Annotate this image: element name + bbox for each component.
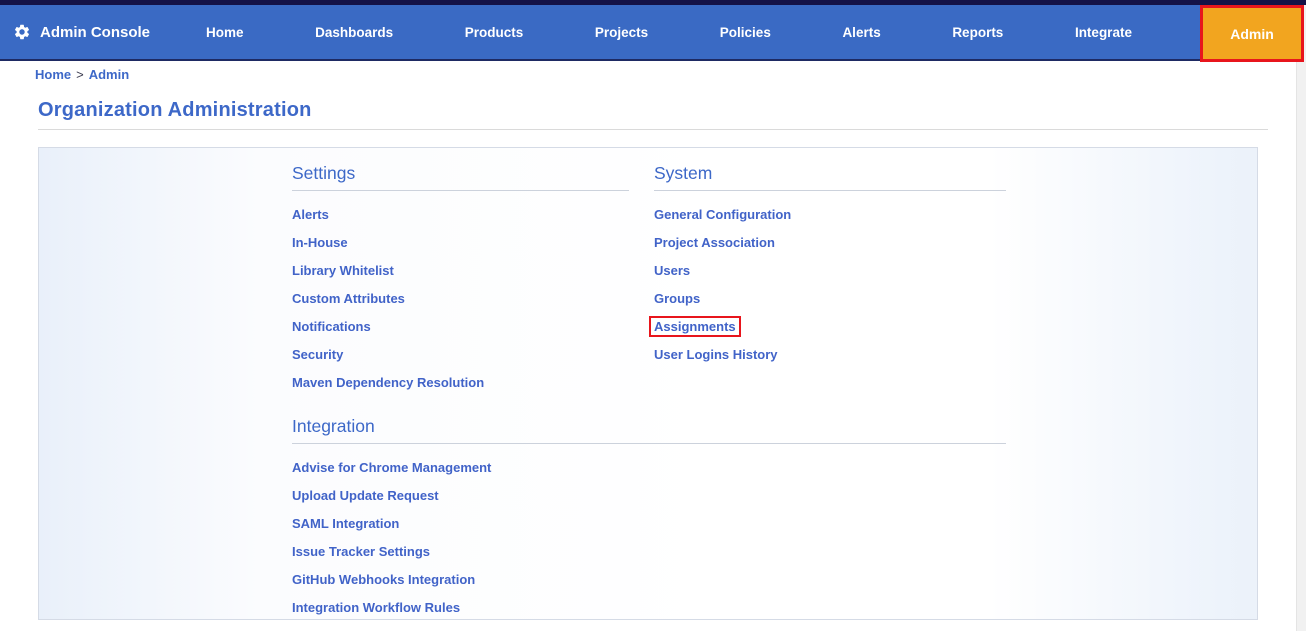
list-item: User Logins History (654, 340, 1006, 368)
list-item: Security (292, 340, 629, 368)
section-divider (654, 190, 1006, 191)
assignments-annotation-box: Assignments (649, 315, 741, 337)
nav-item-integrate[interactable]: Integrate (1071, 19, 1136, 46)
list-item: Groups (654, 284, 1006, 312)
nav-item-reports[interactable]: Reports (948, 19, 1007, 46)
link-user-logins-history[interactable]: User Logins History (654, 347, 778, 362)
link-integration-workflow-rules[interactable]: Integration Workflow Rules (292, 600, 460, 615)
nav-item-admin[interactable]: Admin (1203, 8, 1301, 59)
link-general-configuration[interactable]: General Configuration (654, 207, 791, 222)
section-title-integration: Integration (292, 416, 375, 436)
list-item: Issue Tracker Settings (292, 537, 1006, 565)
list-item: Assignments (649, 312, 1006, 340)
main-navbar: Admin Console Home Dashboards Products P… (0, 5, 1296, 61)
section-divider (292, 443, 1006, 444)
settings-links: Alerts In-House Library Whitelist Custom… (292, 200, 629, 396)
nav-item-projects[interactable]: Projects (591, 19, 652, 46)
section-divider (292, 190, 629, 191)
list-item: Maven Dependency Resolution (292, 368, 629, 396)
breadcrumb: Home > Admin (35, 67, 129, 82)
nav-item-home[interactable]: Home (202, 19, 248, 46)
link-project-association[interactable]: Project Association (654, 235, 775, 250)
nav-item-dashboards[interactable]: Dashboards (311, 19, 397, 46)
link-security[interactable]: Security (292, 347, 343, 362)
brand-admin-console[interactable]: Admin Console (13, 23, 150, 41)
breadcrumb-admin-link[interactable]: Admin (89, 67, 129, 82)
list-item: Notifications (292, 312, 629, 340)
link-notifications[interactable]: Notifications (292, 319, 371, 334)
section-settings: Settings Alerts In-House Library Whiteli… (292, 161, 629, 396)
link-upload-update-request[interactable]: Upload Update Request (292, 488, 439, 503)
breadcrumb-home-link[interactable]: Home (35, 67, 71, 82)
link-issue-tracker-settings[interactable]: Issue Tracker Settings (292, 544, 430, 559)
section-system: System General Configuration Project Ass… (649, 161, 1006, 368)
brand-label: Admin Console (40, 23, 151, 41)
list-item: General Configuration (654, 200, 1006, 228)
list-item: Users (654, 256, 1006, 284)
nav-items: Home Dashboards Products Projects Polici… (202, 19, 1136, 46)
link-groups[interactable]: Groups (654, 291, 700, 306)
list-item: Library Whitelist (292, 256, 629, 284)
list-item: In-House (292, 228, 629, 256)
link-maven-dependency-resolution[interactable]: Maven Dependency Resolution (292, 375, 484, 390)
system-links: General Configuration Project Associatio… (649, 200, 1006, 368)
title-divider (38, 129, 1268, 130)
list-item: Upload Update Request (292, 481, 1006, 509)
nav-item-policies[interactable]: Policies (716, 19, 775, 46)
vertical-scrollbar[interactable] (1296, 5, 1306, 631)
section-integration: Integration Advise for Chrome Management… (292, 414, 1006, 621)
link-saml-integration[interactable]: SAML Integration (292, 516, 399, 531)
list-item: GitHub Webhooks Integration (292, 565, 1006, 593)
section-title-settings: Settings (292, 163, 356, 183)
link-assignments[interactable]: Assignments (654, 319, 736, 334)
list-item: SAML Integration (292, 509, 1006, 537)
integration-links: Advise for Chrome Management Upload Upda… (292, 453, 1006, 621)
list-item: Advise for Chrome Management (292, 453, 1006, 481)
gear-icon (13, 23, 31, 41)
section-title-system: System (654, 163, 713, 183)
nav-item-alerts[interactable]: Alerts (838, 19, 884, 46)
link-github-webhooks-integration[interactable]: GitHub Webhooks Integration (292, 572, 475, 587)
list-item: Integration Workflow Rules (292, 593, 1006, 621)
link-advise-for-chrome-management[interactable]: Advise for Chrome Management (292, 460, 491, 475)
admin-annotation-box: Admin (1200, 5, 1304, 62)
link-users[interactable]: Users (654, 263, 690, 278)
breadcrumb-separator: > (76, 67, 84, 82)
nav-item-products[interactable]: Products (461, 19, 528, 46)
list-item: Alerts (292, 200, 629, 228)
list-item: Project Association (654, 228, 1006, 256)
admin-options-panel: Settings Alerts In-House Library Whiteli… (38, 147, 1258, 620)
link-library-whitelist[interactable]: Library Whitelist (292, 263, 394, 278)
list-item: Custom Attributes (292, 284, 629, 312)
link-in-house[interactable]: In-House (292, 235, 348, 250)
page-title: Organization Administration (38, 99, 312, 121)
link-custom-attributes[interactable]: Custom Attributes (292, 291, 405, 306)
link-alerts[interactable]: Alerts (292, 207, 329, 222)
